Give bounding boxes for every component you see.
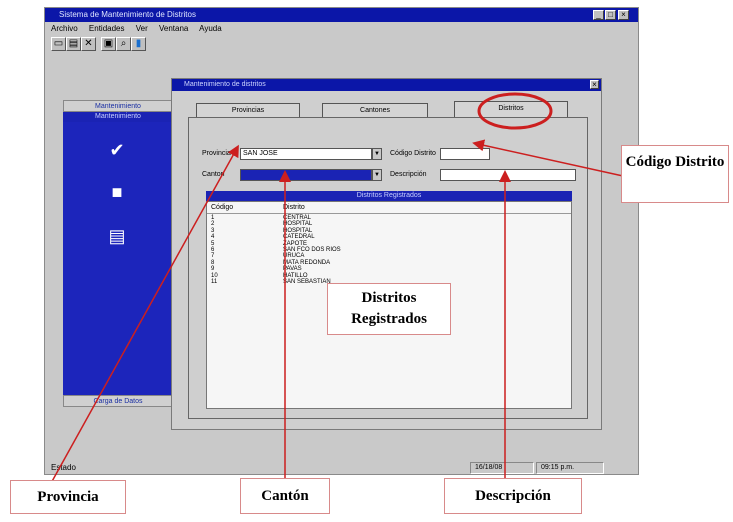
callout-canton: Cantón	[240, 478, 330, 514]
distritos-tab-highlight	[477, 92, 553, 130]
callout-distritos-registrados: Distritos Registrados	[327, 283, 451, 335]
callout-provincia: Provincia	[10, 480, 126, 514]
annotation-arrows	[49, 92, 624, 486]
callout-descripcion: Descripción	[444, 478, 582, 514]
arrow-provincia	[49, 144, 239, 486]
arrow-codigo-distrito	[472, 139, 624, 177]
callout-codigo-distrito: Código Distrito	[621, 145, 729, 203]
